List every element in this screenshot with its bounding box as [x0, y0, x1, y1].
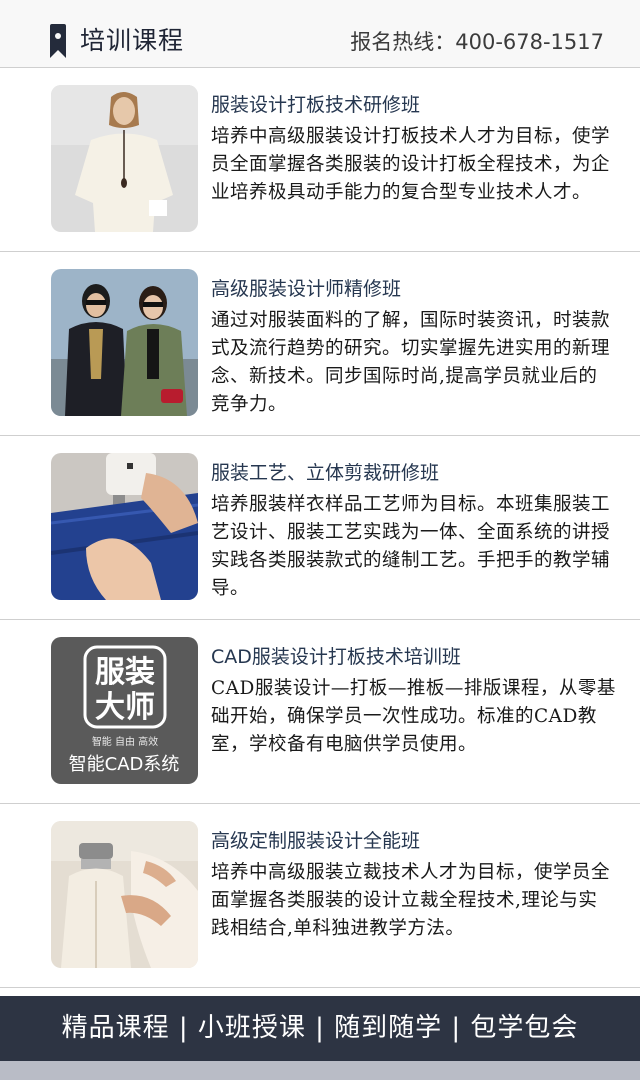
bottom-strip	[0, 1061, 640, 1080]
course-title[interactable]: 高级定制服装设计全能班	[211, 826, 420, 853]
page-title: 培训课程	[80, 26, 185, 55]
course-title[interactable]: 服装设计打板技术研修班	[211, 90, 420, 117]
course-item-craft-draping[interactable]: 服装工艺、立体剪裁研修班 培养服装样衣样品工艺师为目标。本班集服装工艺设计、服装…	[0, 436, 640, 620]
bookmark-icon	[50, 24, 66, 58]
hotline-text[interactable]: 报名热线：400-678-1517	[350, 26, 604, 56]
logo-text-line1: 服装	[95, 655, 155, 690]
course-thumbnail[interactable]	[51, 85, 198, 232]
course-description: 培养服装样衣样品工艺师为目标。本班集服装工艺设计、服装工艺实践为一体、全面系统的…	[211, 494, 611, 599]
course-description: 培养中高级服装设计打板技术人才为目标，使学员全面掌握各类服装的设计打板全程技术，…	[211, 126, 611, 203]
course-thumbnail[interactable]	[51, 269, 198, 416]
features-banner: 精品课程 | 小班授课 | 随到随学 | 包学包会	[0, 996, 640, 1061]
course-description: 通过对服装面料的了解，国际时装资讯，时装款式及流行趋势的研究。切实掌握先进实用的…	[211, 310, 611, 415]
course-title[interactable]: 高级服装设计师精修班	[211, 274, 401, 301]
course-item-designer[interactable]: 高级服装设计师精修班 通过对服装面料的了解，国际时装资讯，时装款式及流行趋势的研…	[0, 252, 640, 436]
course-thumbnail[interactable]	[51, 821, 198, 968]
logo-caption: 智能CAD系统	[69, 754, 180, 775]
course-description: CAD服装设计—打板—推板—排版课程，从零基础开始，确保学员一次性成功。标准的C…	[211, 678, 616, 755]
course-title[interactable]: CAD服装设计打板技术培训班	[211, 642, 461, 669]
course-item-haute-couture[interactable]: 高级定制服装设计全能班 培养中高级服装立裁技术人才为目标，使学员全面掌握各类服装…	[0, 804, 640, 988]
logo-tagline: 智能 自由 高效	[92, 735, 158, 748]
header-bar: 培训课程 报名热线：400-678-1517	[0, 0, 640, 68]
course-item-cad[interactable]: 服装 大师 智能 自由 高效 智能CAD系统 CAD服装设计打板技术培训班 CA…	[0, 620, 640, 804]
course-title[interactable]: 服装工艺、立体剪裁研修班	[211, 458, 439, 485]
cad-logo-thumbnail: 服装 大师 智能 自由 高效 智能CAD系统	[51, 637, 198, 784]
course-description: 培养中高级服装立裁技术人才为目标，使学员全面掌握各类服装的设计立裁全程技术,理论…	[211, 862, 611, 939]
course-thumbnail[interactable]	[51, 453, 198, 600]
logo-text-line2: 大师	[95, 690, 155, 725]
course-item-pattern-design[interactable]: 服装设计打板技术研修班 培养中高级服装设计打板技术人才为目标，使学员全面掌握各类…	[0, 68, 640, 252]
course-thumbnail[interactable]: 服装 大师 智能 自由 高效 智能CAD系统	[51, 637, 198, 784]
